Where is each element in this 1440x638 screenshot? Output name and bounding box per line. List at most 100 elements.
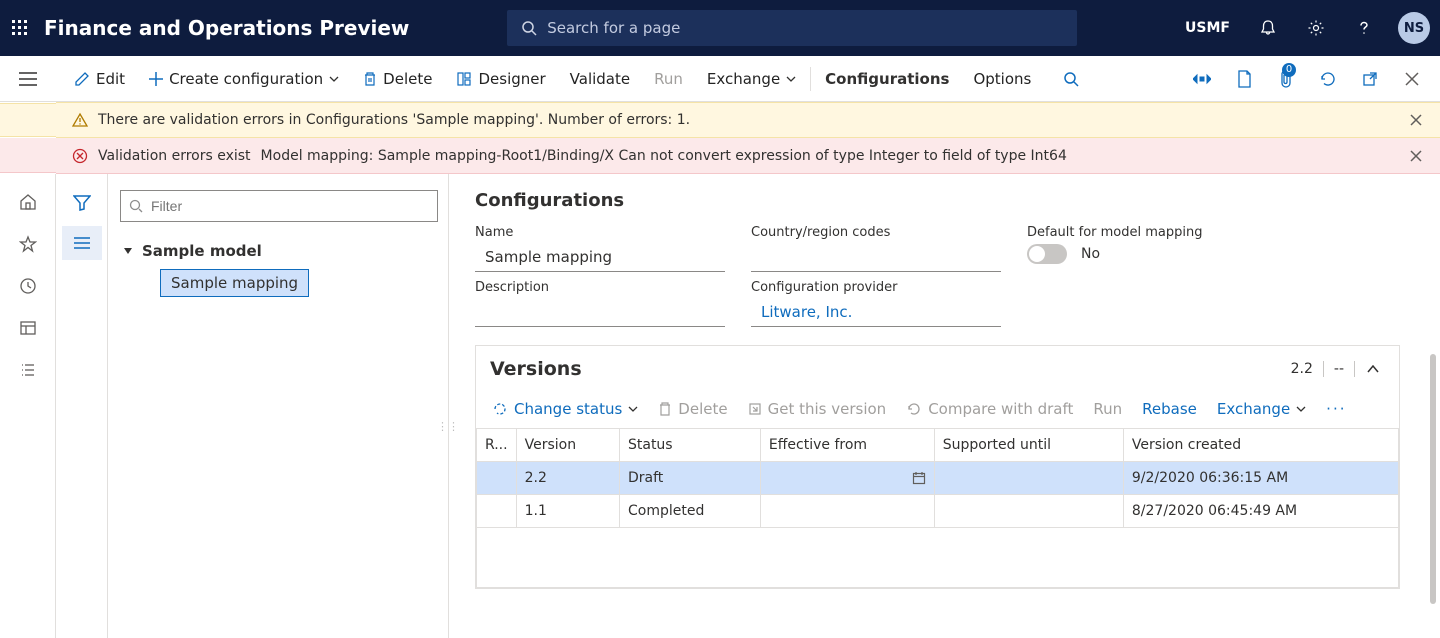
- field-country[interactable]: [751, 244, 1001, 272]
- versions-collapse-icon[interactable]: [1355, 361, 1385, 377]
- col-version[interactable]: Version: [516, 429, 619, 462]
- tree-root-label: Sample model: [142, 242, 262, 260]
- warning-close-icon[interactable]: [1404, 108, 1428, 132]
- compare-icon: [906, 402, 922, 416]
- personalize-icon[interactable]: [1184, 61, 1220, 97]
- rail-recent-icon[interactable]: [8, 266, 48, 306]
- col-supported[interactable]: Supported until: [934, 429, 1123, 462]
- search-icon: [129, 199, 143, 213]
- designer-icon: [456, 71, 472, 87]
- error-detail: Model mapping: Sample mapping-Root1/Bind…: [261, 148, 1067, 164]
- filter-field[interactable]: [149, 197, 429, 215]
- rail-workspaces-icon[interactable]: [8, 308, 48, 348]
- validate-button[interactable]: Validate: [558, 56, 642, 101]
- attachment-count: 0: [1282, 63, 1296, 77]
- table-row[interactable]: 2.2Draft9/2/2020 06:36:15 AM: [477, 462, 1399, 495]
- rebase-button[interactable]: Rebase: [1134, 396, 1205, 422]
- change-status-button[interactable]: Change status: [484, 396, 646, 422]
- tree-filter-icon[interactable]: [62, 186, 102, 220]
- chevron-down-icon: [628, 406, 638, 412]
- field-provider[interactable]: Litware, Inc.: [751, 299, 1001, 327]
- col-r[interactable]: R...: [477, 429, 517, 462]
- cell-created: 9/2/2020 06:36:15 AM: [1123, 462, 1398, 495]
- app-title: Finance and Operations Preview: [44, 16, 409, 40]
- help-icon[interactable]: [1344, 8, 1384, 48]
- calendar-icon[interactable]: [912, 471, 926, 485]
- tree-list-icon[interactable]: [62, 226, 102, 260]
- error-icon: [72, 148, 88, 164]
- chevron-down-icon: [786, 76, 796, 82]
- run-button: Run: [642, 56, 695, 101]
- close-button[interactable]: [1394, 61, 1430, 97]
- col-created[interactable]: Version created: [1123, 429, 1398, 462]
- waffle-icon[interactable]: [0, 8, 40, 48]
- cell-version: 1.1: [516, 495, 619, 528]
- rail-modules-icon[interactable]: [8, 350, 48, 390]
- cycle-icon: [492, 401, 508, 417]
- versions-current: 2.2: [1281, 361, 1324, 377]
- nav-toggle-icon[interactable]: [0, 56, 56, 101]
- field-name[interactable]: Sample mapping: [475, 244, 725, 272]
- tree-tool-strip: [56, 174, 108, 638]
- tree-root-node[interactable]: Sample model: [120, 236, 438, 266]
- command-search-icon[interactable]: [1051, 56, 1091, 101]
- cell-status: Completed: [619, 495, 760, 528]
- popout-icon[interactable]: [1352, 61, 1388, 97]
- cell-supported: [934, 462, 1123, 495]
- delete-button[interactable]: Delete: [351, 56, 444, 101]
- settings-icon[interactable]: [1296, 8, 1336, 48]
- versions-toolbar: Change status Delete Get this version Co…: [476, 390, 1399, 428]
- details-title: Configurations: [475, 190, 1430, 211]
- search-icon: [521, 20, 537, 36]
- tree-filter-input[interactable]: [120, 190, 438, 222]
- cell-version: 2.2: [516, 462, 619, 495]
- global-search[interactable]: Search for a page: [507, 10, 1077, 46]
- compare-button: Compare with draft: [898, 396, 1081, 422]
- label-name: Name: [475, 225, 725, 240]
- chevron-down-icon: [1296, 406, 1306, 412]
- user-avatar[interactable]: NS: [1398, 12, 1430, 44]
- label-description: Description: [475, 280, 725, 295]
- trash-icon: [658, 401, 672, 417]
- page-options-icon[interactable]: [1226, 61, 1262, 97]
- versions-dash: --: [1324, 361, 1355, 377]
- field-description[interactable]: [475, 299, 725, 327]
- configurations-tab[interactable]: Configurations: [813, 56, 961, 101]
- create-configuration-button[interactable]: Create configuration: [137, 56, 351, 101]
- cell-effective[interactable]: [760, 495, 934, 528]
- options-tab[interactable]: Options: [961, 56, 1043, 101]
- cell-created: 8/27/2020 06:45:49 AM: [1123, 495, 1398, 528]
- edit-button[interactable]: Edit: [62, 56, 137, 101]
- designer-button[interactable]: Designer: [444, 56, 557, 101]
- version-delete-button: Delete: [650, 396, 735, 422]
- exchange-button[interactable]: Exchange: [695, 56, 808, 101]
- version-exchange-button[interactable]: Exchange: [1209, 396, 1314, 422]
- tree-panel: Sample model Sample mapping ⋮⋮: [108, 174, 449, 638]
- versions-grid: R... Version Status Effective from Suppo…: [476, 428, 1399, 588]
- col-effective[interactable]: Effective from: [760, 429, 934, 462]
- version-run-button: Run: [1085, 396, 1130, 422]
- version-more-button[interactable]: ···: [1318, 396, 1354, 422]
- chevron-down-icon: [329, 76, 339, 82]
- cell-effective[interactable]: [760, 462, 934, 495]
- error-close-icon[interactable]: [1404, 144, 1428, 168]
- scrollbar[interactable]: [1430, 354, 1436, 604]
- rail-favorites-icon[interactable]: [8, 224, 48, 264]
- tree-child-selected[interactable]: Sample mapping: [160, 269, 309, 297]
- error-message-bar: Validation errors exist Model mapping: S…: [56, 138, 1440, 174]
- search-placeholder: Search for a page: [547, 19, 680, 37]
- table-row[interactable]: 1.1Completed 8/27/2020 06:45:49 AM: [477, 495, 1399, 528]
- rail-home-icon[interactable]: [8, 182, 48, 222]
- details-panel: Configurations Name Sample mapping Count…: [449, 174, 1440, 638]
- get-version-button: Get this version: [740, 396, 895, 422]
- notifications-icon[interactable]: [1248, 8, 1288, 48]
- attachments-icon[interactable]: 0: [1268, 61, 1304, 97]
- toggle-default-mapping[interactable]: [1027, 244, 1067, 264]
- company-selector[interactable]: USMF: [1175, 20, 1240, 36]
- versions-title: Versions: [490, 358, 1281, 380]
- warning-message-bar: There are validation errors in Configura…: [56, 102, 1440, 138]
- label-default-mapping: Default for model mapping: [1027, 225, 1287, 240]
- refresh-icon[interactable]: [1310, 61, 1346, 97]
- caret-down-icon: [120, 246, 136, 256]
- col-status[interactable]: Status: [619, 429, 760, 462]
